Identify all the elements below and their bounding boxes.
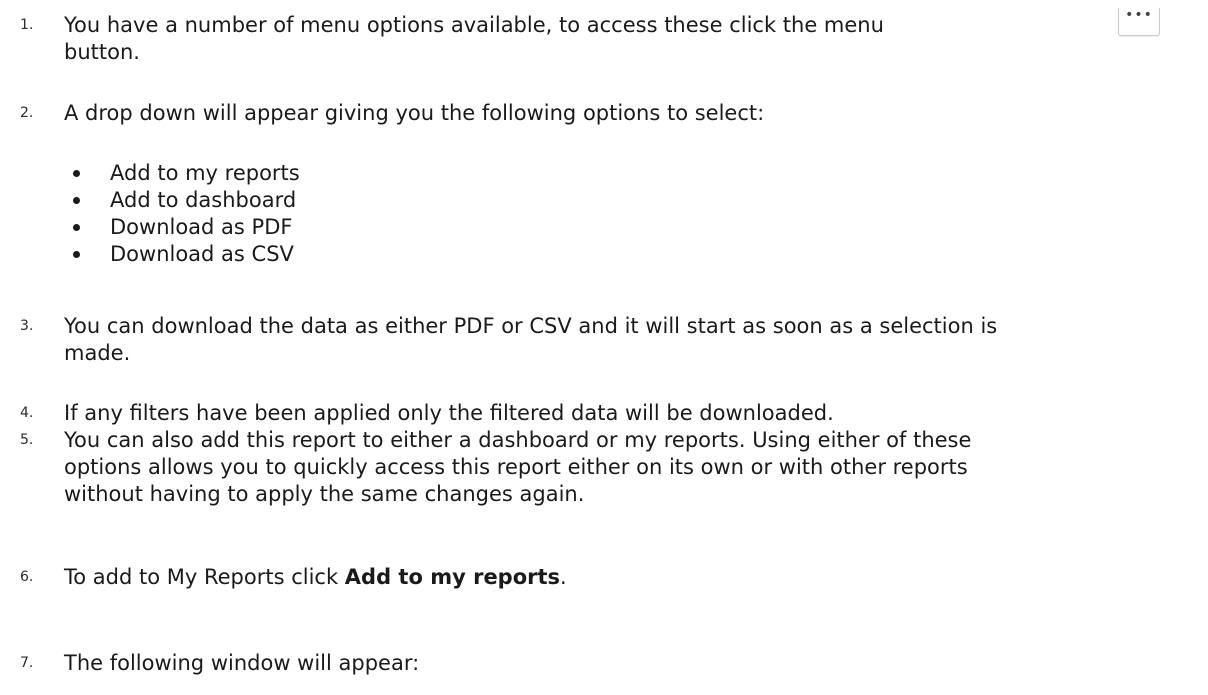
step-text: You can download the data as either PDF …	[64, 313, 1204, 367]
step-text-line: You have a number of menu options availa…	[64, 13, 884, 37]
more-horizontal-icon: •••	[1125, 7, 1153, 23]
list-item: Add to dashboard	[0, 187, 1208, 214]
step-text: You have a number of menu options availa…	[64, 12, 1204, 66]
step-number: 7.	[20, 655, 34, 671]
step-text-line: made.	[64, 341, 131, 365]
bullet-icon	[73, 170, 80, 177]
option-label: Add to dashboard	[110, 188, 297, 212]
step-number: 4.	[20, 405, 34, 421]
step-number: 6.	[20, 569, 34, 585]
option-label: Download as PDF	[110, 215, 293, 239]
step-text-line: without having to apply the same changes…	[64, 482, 585, 506]
step-text: A drop down will appear giving you the f…	[64, 101, 765, 125]
step-text-line: You can also add this report to either a…	[64, 428, 972, 452]
step-text-prefix: To add to My Reports click	[64, 565, 345, 589]
step-number: 1.	[20, 17, 34, 33]
step-text-line: options allows you to quickly access thi…	[64, 455, 968, 479]
bullet-icon	[73, 197, 80, 204]
option-label: Download as CSV	[110, 242, 294, 266]
bullet-icon	[73, 251, 80, 258]
list-item: Download as PDF	[0, 214, 1208, 241]
list-item: Add to my reports	[0, 160, 1208, 187]
step-text-line: You can download the data as either PDF …	[64, 314, 998, 338]
step-text: The following window will appear:	[64, 651, 420, 675]
step-text-line: button.	[64, 40, 140, 64]
menu-button-image: •••	[1118, 8, 1160, 36]
step-number: 2.	[20, 105, 34, 121]
list-item: Download as CSV	[0, 241, 1208, 268]
options-list: Add to my reports Add to dashboard Downl…	[0, 160, 1208, 268]
emphasized-action: Add to my reports	[344, 565, 561, 589]
step-text: To add to My Reports click Add to my rep…	[64, 564, 1204, 591]
bullet-icon	[73, 224, 80, 231]
step-number: 3.	[20, 318, 34, 334]
option-label: Add to my reports	[110, 161, 300, 185]
instruction-document: 1. You have a number of menu options ava…	[0, 0, 1208, 695]
step-text-suffix: .	[560, 565, 567, 589]
step-number: 5.	[20, 432, 34, 448]
step-text: If any filters have been applied only th…	[64, 401, 834, 425]
step-text: You can also add this report to either a…	[64, 427, 1204, 508]
